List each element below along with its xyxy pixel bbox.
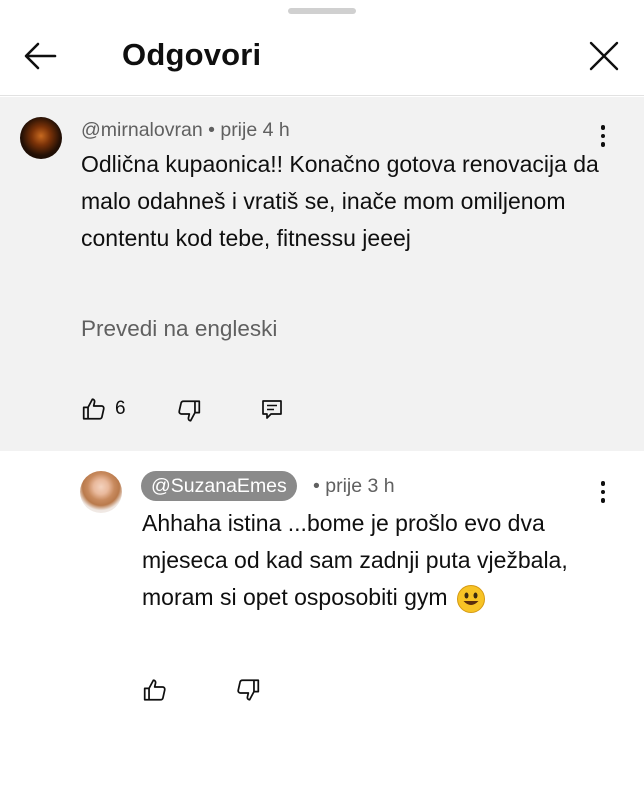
drag-handle[interactable] xyxy=(288,8,356,14)
dislike-button[interactable] xyxy=(176,398,202,424)
more-vertical-icon-dot xyxy=(600,489,606,495)
comment-meta: • prije 3 h xyxy=(313,475,395,498)
more-vertical-icon-dot xyxy=(600,142,606,147)
comment-meta: @mirnalovran • prije 4 h xyxy=(81,119,290,142)
more-vertical-icon xyxy=(600,125,606,130)
comment-text: Odlična kupaonica!! Konačno gotova renov… xyxy=(81,151,599,251)
more-vertical-icon-dot xyxy=(600,133,606,139)
reply-comment: @SuzanaEmes • prije 3 h Ahhaha istina ..… xyxy=(0,451,644,800)
close-icon xyxy=(589,41,619,71)
more-vertical-icon-dot xyxy=(600,498,606,503)
smiling-face-icon xyxy=(456,584,485,613)
reply-icon xyxy=(262,400,282,419)
dislike-button[interactable] xyxy=(235,677,261,703)
avatar[interactable] xyxy=(80,471,122,513)
arrow-left-icon xyxy=(24,42,57,70)
more-vertical-icon xyxy=(600,481,606,486)
like-count: 6 xyxy=(115,398,126,419)
replies-header: Odgovori xyxy=(0,20,644,96)
comment-time: prije 4 h xyxy=(220,119,290,141)
thumbs-down-icon xyxy=(178,400,201,422)
more-options-button[interactable] xyxy=(591,477,615,507)
meta-separator: • xyxy=(313,475,320,497)
meta-separator: • xyxy=(208,119,215,141)
like-button[interactable]: 6 xyxy=(81,396,126,422)
comment-time: prije 3 h xyxy=(325,475,395,497)
reply-text: Ahhaha istina ...bome je prošlo evo dva … xyxy=(142,510,568,610)
translate-link[interactable]: Prevedi na engleski xyxy=(81,316,277,342)
avatar[interactable] xyxy=(20,117,62,159)
parent-comment: @mirnalovran • prije 4 h Odlična kupaoni… xyxy=(0,97,644,451)
author-handle-chip[interactable]: @SuzanaEmes xyxy=(141,471,297,501)
like-button[interactable] xyxy=(142,677,168,703)
close-button[interactable] xyxy=(582,34,626,78)
back-button[interactable] xyxy=(18,34,62,78)
reply-text-block: Ahhaha istina ...bome je prošlo evo dva … xyxy=(142,505,612,616)
page-title: Odgovori xyxy=(122,37,262,72)
author-handle[interactable]: @mirnalovran xyxy=(81,119,203,141)
thumbs-up-icon xyxy=(82,398,105,420)
replies-sheet: Odgovori @mirnalovran • prije 4 h Odličn… xyxy=(0,0,644,800)
reply-button[interactable] xyxy=(261,399,283,421)
thumbs-up-icon xyxy=(143,679,166,701)
thumbs-down-icon xyxy=(237,679,260,701)
